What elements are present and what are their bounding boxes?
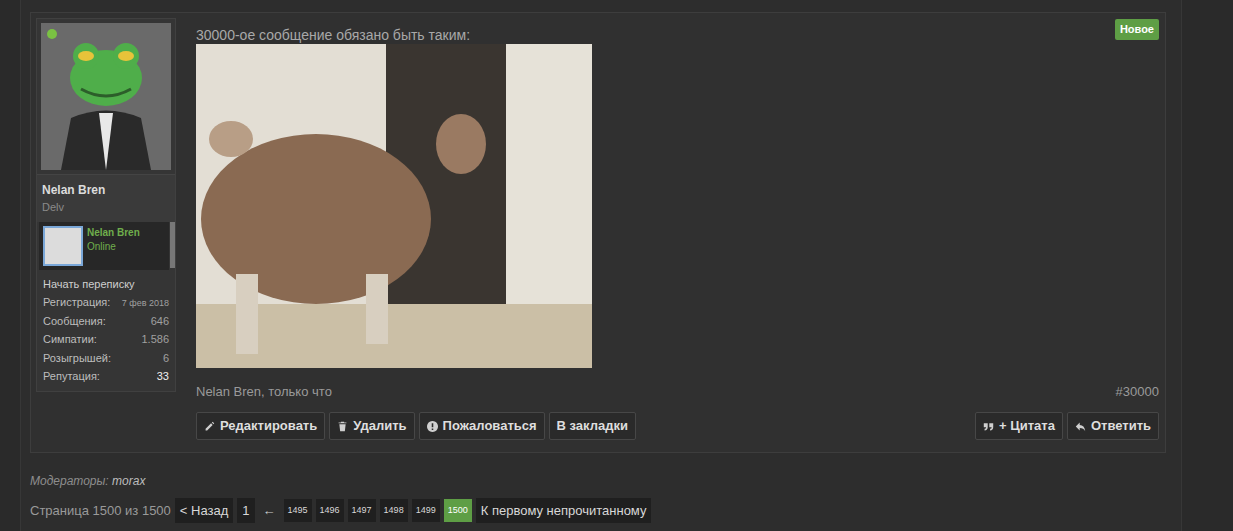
new-badge: Новое (1115, 19, 1159, 40)
moderators-line: Модераторы: morax (30, 472, 1181, 490)
page-button[interactable]: 1495 (284, 499, 312, 522)
stat-label: Регистрация: (43, 294, 110, 311)
post-content: 30000-ое сообщение обязано быть таким: Ne… (176, 18, 1159, 440)
pencil-icon (204, 421, 215, 432)
stat-value: 6 (163, 350, 169, 367)
post-number[interactable]: #30000 (1116, 382, 1159, 402)
pagination: Страница 1500 из 1500< Назад1←1495149614… (30, 498, 1181, 524)
post-author-time[interactable]: Nelan Bren, только что (196, 382, 332, 402)
page-button[interactable]: 1499 (412, 499, 440, 522)
reply-button[interactable]: Ответить (1067, 412, 1159, 440)
stat-value: 33 (157, 368, 169, 385)
quote-icon (983, 421, 994, 432)
stat-value: 646 (151, 313, 169, 330)
report-button-label: Пожаловаться (443, 416, 537, 436)
user-avatar[interactable] (41, 23, 171, 170)
user-stats: Начать перепискуРегистрация: 7 фев 2018 Со… (37, 270, 175, 391)
user-stat: Розыгрышей: 6 (43, 350, 169, 369)
user-stat: Сообщения: 646 (43, 313, 169, 332)
post-meta: Nelan Bren, только что #30000 (196, 382, 1159, 402)
online-dot (47, 29, 57, 39)
page-button[interactable]: 1496 (316, 499, 344, 522)
post-text: 30000-ое сообщение обязано быть таким: (196, 27, 1159, 44)
post-actions-left: Редактировать Удалить Пожаловаться В заклад… (196, 412, 636, 440)
page-button[interactable]: 1 (237, 498, 254, 524)
stat-value: 7 фев 2018 (122, 297, 169, 311)
page-summary: Страница 1500 из 1500 (30, 501, 171, 521)
user-card-name[interactable]: Nelan Bren (87, 226, 140, 239)
prev-page-button[interactable]: < Назад (175, 498, 233, 524)
user-stat: Репутация: 33 (43, 368, 169, 387)
quote-button[interactable]: + Цитата (975, 412, 1063, 440)
page-button[interactable]: 1500 (444, 499, 472, 522)
start-conversation-link[interactable]: Начать переписку (43, 276, 169, 293)
user-card: Nelan BrenOnline (39, 222, 169, 270)
trash-icon (337, 421, 348, 432)
user-namebox: Nelan BrenDelv (37, 174, 175, 222)
report-button[interactable]: Пожаловаться (419, 412, 545, 440)
frog-avatar-icon (41, 23, 171, 170)
page-button[interactable]: 1497 (348, 499, 376, 522)
bookmark-button[interactable]: В закладки (549, 412, 636, 440)
post-actions-right: + Цитата Ответить (975, 412, 1159, 440)
user-name[interactable]: Nelan Bren (42, 181, 170, 199)
delete-button[interactable]: Удалить (329, 412, 414, 440)
user-card-status: Online (87, 239, 140, 254)
moderator-name[interactable]: morax (112, 474, 145, 488)
exclamation-icon (427, 421, 438, 432)
dog-gif-icon (196, 44, 592, 368)
page-gap: ← (259, 501, 280, 521)
stat-value: 1.586 (141, 331, 169, 348)
delete-button-label: Удалить (353, 416, 406, 436)
first-unread-button[interactable]: К первому непрочитанному (476, 498, 652, 524)
edit-button[interactable]: Редактировать (196, 412, 325, 440)
reply-button-label: Ответить (1091, 416, 1151, 436)
user-stat: Регистрация: 7 фев 2018 (43, 294, 169, 313)
page-button[interactable]: 1498 (380, 499, 408, 522)
mini-avatar[interactable] (43, 226, 83, 266)
quote-button-label: + Цитата (999, 416, 1055, 436)
forum-thread: Nelan BrenDelvNelan BrenOnlineНачать пер… (20, 0, 1182, 531)
stat-label: Сообщения: (43, 313, 106, 330)
user-card-text: Nelan BrenOnline (87, 226, 140, 254)
stat-label: Розыгрышей: (43, 350, 111, 367)
post: Nelan BrenDelvNelan BrenOnlineНачать пер… (30, 12, 1166, 453)
moderators-label: Модераторы: (30, 474, 109, 488)
stat-label: Симпатии: (43, 331, 97, 348)
post-gif[interactable] (196, 44, 592, 368)
edit-button-label: Редактировать (220, 416, 317, 436)
reply-icon (1075, 421, 1086, 432)
post-actions: Редактировать Удалить Пожаловаться В заклад… (196, 412, 1159, 440)
user-stat: Симпатии: 1.586 (43, 331, 169, 350)
user-sidebar: Nelan BrenDelvNelan BrenOnlineНачать пер… (36, 18, 176, 392)
bookmark-button-label: В закладки (557, 416, 628, 436)
stat-label: Репутация: (43, 368, 100, 385)
user-title: Delv (42, 199, 170, 216)
